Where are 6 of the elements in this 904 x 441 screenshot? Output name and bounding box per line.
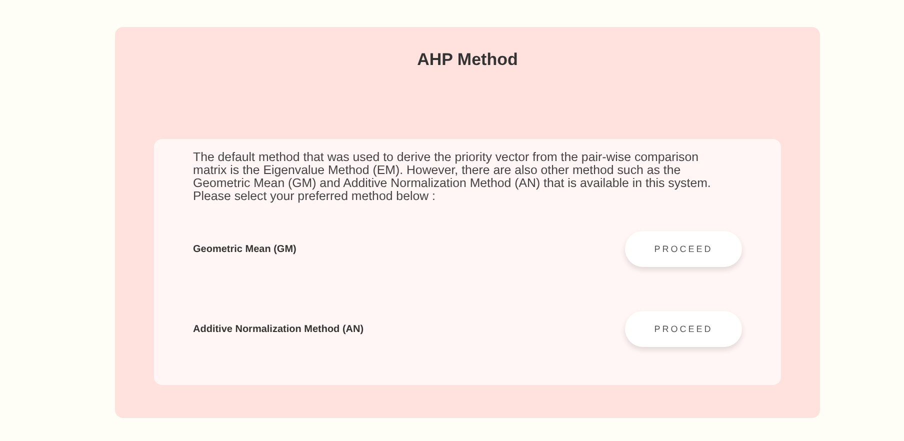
method-label: Geometric Mean (GM) [193,244,296,254]
page-title: AHP Method [416,49,519,71]
method-label: Additive Normalization Method (AN) [193,324,364,334]
proceed-button[interactable]: PROCEED [625,231,742,267]
proceed-button[interactable]: PROCEED [625,311,742,347]
description-text: The default method that was used to derive the priority vector from the pair-wise comparison matrix is the Eigenvalue Method (EM). However, there are also other method such as the Geometric Mean (GM) and Additive Normalization Method (AN) that is available in this system. Please select your preferred method below : [193,151,712,203]
